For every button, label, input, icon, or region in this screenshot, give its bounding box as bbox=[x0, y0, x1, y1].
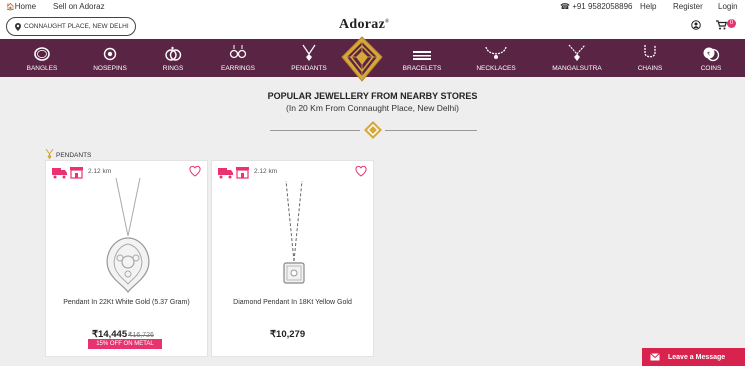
section-title: POPULAR JEWELLERY FROM NEARBY STORES bbox=[267, 91, 478, 101]
leave-message-button[interactable]: Leave a Message bbox=[642, 348, 745, 366]
pendant-icon bbox=[302, 44, 316, 61]
product-card[interactable]: 2.12 km Pendant In 22Kt White Gold (5.37… bbox=[45, 160, 208, 357]
nav-item-coins[interactable]: ₹ COINS bbox=[694, 39, 728, 77]
cart-count-badge: 0 bbox=[727, 19, 736, 28]
wishlist-heart-icon[interactable] bbox=[355, 166, 367, 177]
product-old-price: ₹16,726 bbox=[128, 332, 154, 339]
envelope-icon bbox=[650, 353, 660, 361]
distance-label: 2.12 km bbox=[254, 168, 278, 175]
store-icon bbox=[70, 167, 83, 179]
store-icon bbox=[236, 167, 249, 179]
location-button[interactable]: CONNAUGHT PLACE, NEW DELHI bbox=[6, 17, 136, 36]
cart-icon[interactable] bbox=[716, 20, 727, 30]
top-bar: 🏠Home Sell on Adoraz ☎ +91 9582058896 He… bbox=[0, 0, 745, 14]
distance-label: 2.12 km bbox=[88, 168, 112, 175]
home-icon: 🏠 bbox=[6, 4, 15, 11]
product-image bbox=[283, 180, 305, 284]
divider-right bbox=[385, 130, 477, 131]
delivery-truck-icon bbox=[52, 168, 67, 179]
nav-item-necklaces[interactable]: NECKLACES bbox=[472, 39, 520, 77]
nav-item-pendants[interactable]: PENDANTS bbox=[287, 39, 331, 77]
logo[interactable]: Adoraz® bbox=[339, 17, 389, 33]
location-label: CONNAUGHT PLACE, NEW DELHI bbox=[24, 23, 129, 30]
help-link[interactable]: Help bbox=[640, 2, 656, 11]
login-link[interactable]: Login bbox=[718, 2, 738, 11]
register-link[interactable]: Register bbox=[673, 2, 703, 11]
wishlist-heart-icon[interactable] bbox=[189, 166, 201, 177]
bracelet-icon bbox=[413, 51, 431, 60]
delivery-truck-icon bbox=[218, 168, 233, 179]
nav-item-earrings[interactable]: EARRINGS bbox=[218, 39, 258, 77]
product-card[interactable]: 2.12 km Diamond Pendant In 18Kt Yellow G… bbox=[211, 160, 374, 357]
nav-item-nosepins[interactable]: NOSEPINS bbox=[88, 39, 132, 77]
nav-item-bangles[interactable]: BANGLES bbox=[22, 39, 62, 77]
product-image bbox=[106, 177, 150, 294]
phone-link[interactable]: ☎ +91 9582058896 bbox=[560, 2, 632, 11]
product-name[interactable]: Pendant In 22Kt White Gold (5.37 Gram) bbox=[46, 299, 207, 306]
nosepin-icon bbox=[103, 47, 117, 61]
nav-item-mangalsutra[interactable]: MANGALSUTRA bbox=[548, 39, 606, 77]
nav-item-bracelets[interactable]: BRACELETS bbox=[398, 39, 446, 77]
user-icon[interactable] bbox=[691, 20, 701, 30]
earrings-icon bbox=[229, 45, 247, 59]
offer-badge: 15% OFF ON METAL bbox=[88, 339, 162, 349]
coins-icon: ₹ bbox=[703, 47, 720, 62]
divider-left bbox=[270, 130, 360, 131]
rings-icon bbox=[165, 46, 182, 61]
nav-item-rings[interactable]: RINGS bbox=[155, 39, 191, 77]
adoraz-emblem-icon bbox=[341, 36, 383, 82]
location-pin-icon bbox=[15, 22, 21, 31]
diamond-ornament-icon bbox=[364, 121, 382, 139]
section-subtitle: (In 20 Km From Connaught Place, New Delh… bbox=[286, 103, 459, 113]
home-link[interactable]: 🏠Home bbox=[6, 2, 36, 11]
nav-item-chains[interactable]: CHAINS bbox=[633, 39, 667, 77]
product-name[interactable]: Diamond Pendant In 18Kt Yellow Gold bbox=[212, 299, 373, 306]
product-price: ₹10,279 bbox=[270, 329, 306, 340]
phone-icon: ☎ bbox=[560, 2, 573, 11]
chain-icon bbox=[644, 45, 656, 58]
sell-link[interactable]: Sell on Adoraz bbox=[53, 2, 105, 11]
bangle-icon bbox=[34, 47, 50, 61]
mangalsutra-icon bbox=[568, 44, 586, 61]
necklace-icon bbox=[485, 46, 507, 59]
svg-text:₹: ₹ bbox=[707, 52, 710, 58]
